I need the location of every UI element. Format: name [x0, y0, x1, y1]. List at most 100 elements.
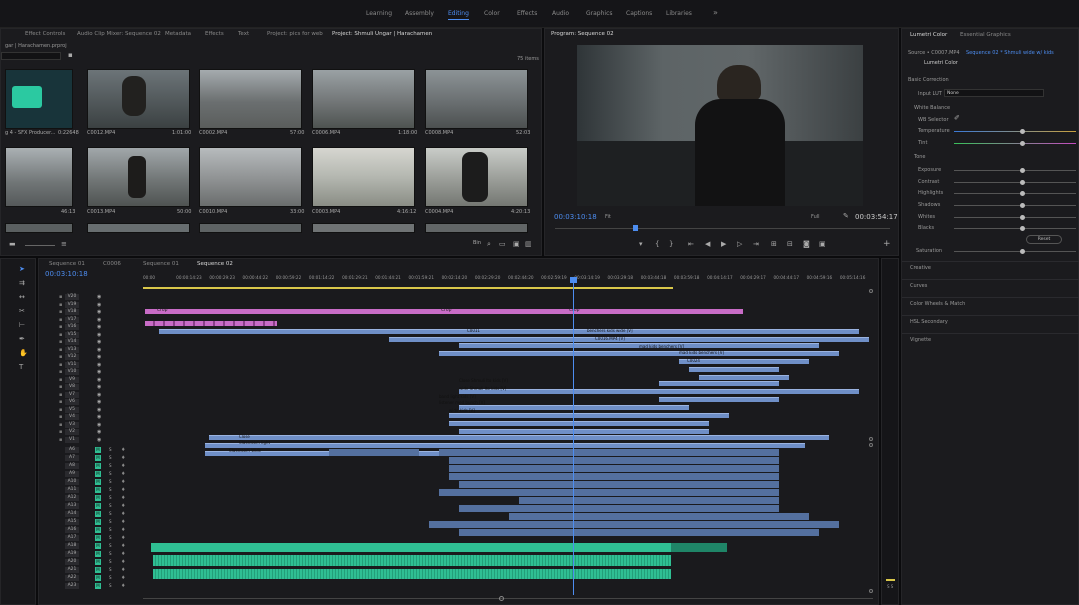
video-track-header[interactable]: V1 ▪ ◉ — [39, 436, 139, 444]
track-lock-icon[interactable]: ▪ — [59, 392, 62, 398]
track-lock-icon[interactable]: ▪ — [59, 377, 62, 383]
video-track-header[interactable]: V19 ▪ ◉ — [39, 301, 139, 309]
audio-track-header[interactable]: A14 M S ♦ — [39, 511, 139, 518]
tint-slider[interactable] — [954, 141, 1076, 146]
video-track-header[interactable]: V15 ▪ ◉ — [39, 331, 139, 339]
voiceover-mic-icon[interactable]: ♦ — [121, 551, 125, 557]
video-track-header[interactable]: V2 ▪ ◉ — [39, 429, 139, 436]
voiceover-mic-icon[interactable]: ♦ — [121, 487, 125, 493]
highlights-slider[interactable] — [954, 191, 1076, 196]
audio-clip[interactable] — [449, 473, 779, 480]
track-eye-icon[interactable]: ◉ — [97, 399, 101, 405]
video-track-header[interactable]: V4 ▪ ◉ — [39, 414, 139, 421]
clip-thumbnail-sfx[interactable] — [5, 69, 73, 129]
video-clip[interactable] — [439, 351, 839, 356]
audio-track-header[interactable]: A21 M S ♦ — [39, 567, 139, 574]
slider-knob[interactable] — [1020, 249, 1025, 254]
solo-button[interactable]: S — [109, 519, 112, 524]
slider-knob[interactable] — [1020, 141, 1025, 146]
video-clip[interactable] — [699, 375, 789, 380]
video-scroll-handle[interactable] — [869, 437, 873, 441]
track-select-tool-icon[interactable]: ⇉ — [19, 279, 25, 287]
video-track-header[interactable]: V18 ▪ ◉ — [39, 309, 139, 316]
folder-icon[interactable]: ▪ — [68, 51, 73, 59]
audio-clip[interactable] — [449, 457, 779, 464]
audio-scroll-handle[interactable] — [869, 443, 873, 447]
track-name[interactable]: V16 — [65, 324, 79, 330]
track-lock-icon[interactable]: ▪ — [59, 407, 62, 413]
comparison-view-icon[interactable]: ▣ — [819, 240, 826, 248]
tab-sequence-02[interactable]: Sequence 02 — [197, 261, 233, 267]
voiceover-mic-icon[interactable]: ♦ — [121, 575, 125, 581]
track-name[interactable]: A13 — [65, 503, 79, 509]
audio-waveform-clip[interactable] — [153, 569, 671, 579]
clip-thumbnail[interactable] — [199, 223, 302, 233]
slider-knob[interactable] — [1020, 191, 1025, 196]
solo-button[interactable]: S — [109, 567, 112, 572]
track-lock-icon[interactable]: ▪ — [59, 332, 62, 338]
razor-tool-icon[interactable]: ✂ — [19, 307, 25, 315]
track-name[interactable]: V18 — [65, 309, 79, 315]
voiceover-mic-icon[interactable]: ♦ — [121, 503, 125, 509]
video-clip[interactable] — [449, 421, 709, 426]
solo-button[interactable]: S — [109, 559, 112, 564]
solo-button[interactable]: S — [109, 511, 112, 516]
pen-tool-icon[interactable]: ✒ — [19, 335, 25, 343]
track-name[interactable]: A6 — [65, 447, 79, 453]
voiceover-mic-icon[interactable]: ♦ — [121, 543, 125, 549]
green-audio-clip[interactable] — [151, 543, 671, 552]
lift-icon[interactable]: ⊞ — [771, 240, 777, 248]
solo-button[interactable]: S — [109, 527, 112, 532]
workspace-editing[interactable]: Editing — [448, 10, 469, 20]
tab-c0006[interactable]: C0006 — [103, 261, 121, 267]
program-timecode-in[interactable]: 00:03:10:18 — [554, 213, 597, 221]
track-lock-icon[interactable]: ▪ — [59, 339, 62, 345]
track-name[interactable]: V11 — [65, 361, 79, 368]
audio-track-header[interactable]: A10 M S ♦ — [39, 479, 139, 486]
work-area-bar[interactable] — [143, 287, 673, 289]
voiceover-mic-icon[interactable]: ♦ — [121, 471, 125, 477]
playhead[interactable] — [633, 225, 638, 231]
audio-track-header[interactable]: A9 M S ♦ — [39, 471, 139, 478]
tab-metadata[interactable]: Metadata — [165, 31, 191, 37]
contrast-slider[interactable] — [954, 180, 1076, 185]
track-name[interactable]: V13 — [65, 346, 79, 353]
audio-track-header[interactable]: A17 M S ♦ — [39, 535, 139, 542]
track-lock-icon[interactable]: ▪ — [59, 309, 62, 315]
audio-track-header[interactable]: A7 M S ♦ — [39, 455, 139, 462]
video-track-header[interactable]: V16 ▪ ◉ — [39, 324, 139, 331]
whites-slider[interactable] — [954, 215, 1076, 220]
mute-button[interactable]: M — [95, 487, 101, 493]
track-eye-icon[interactable]: ◉ — [97, 362, 101, 368]
solo-button[interactable]: S — [109, 447, 112, 452]
audio-clip[interactable] — [509, 513, 809, 520]
video-track-header[interactable]: V17 ▪ ◉ — [39, 316, 139, 324]
track-eye-icon[interactable]: ◉ — [97, 414, 101, 420]
voiceover-mic-icon[interactable]: ♦ — [121, 519, 125, 525]
clip-thumbnail-c0003[interactable] — [312, 147, 415, 207]
basic-correction-header[interactable]: Basic Correction — [908, 77, 949, 83]
video-track-header[interactable]: V11 ▪ ◉ — [39, 361, 139, 369]
video-clip[interactable] — [209, 435, 829, 440]
step-forward-icon[interactable]: ▷ — [737, 240, 742, 248]
mute-button[interactable]: M — [95, 535, 101, 541]
video-track-header[interactable]: V3 ▪ ◉ — [39, 421, 139, 429]
video-clip[interactable] — [205, 443, 805, 448]
clip-thumbnail-c0010[interactable] — [199, 147, 302, 207]
fit-dropdown[interactable]: Fit — [605, 214, 611, 220]
solo-button[interactable]: S — [109, 471, 112, 476]
meter-solo-label[interactable]: S S — [887, 584, 893, 589]
slip-tool-icon[interactable]: ⊢ — [19, 321, 25, 329]
slider-knob[interactable] — [1020, 215, 1025, 220]
solo-button[interactable]: S — [109, 551, 112, 556]
track-lock-icon[interactable]: ▪ — [59, 429, 62, 435]
track-eye-icon[interactable]: ◉ — [97, 392, 101, 398]
video-clip[interactable] — [389, 337, 869, 342]
audio-clip[interactable] — [459, 529, 819, 536]
audio-track-header[interactable]: A23 M S ♦ — [39, 583, 139, 590]
program-scrubber[interactable] — [555, 225, 890, 231]
extract-icon[interactable]: ⊟ — [787, 240, 793, 248]
audio-clip[interactable] — [439, 449, 779, 456]
track-name[interactable]: A16 — [65, 527, 79, 533]
track-name[interactable]: V19 — [65, 301, 79, 308]
